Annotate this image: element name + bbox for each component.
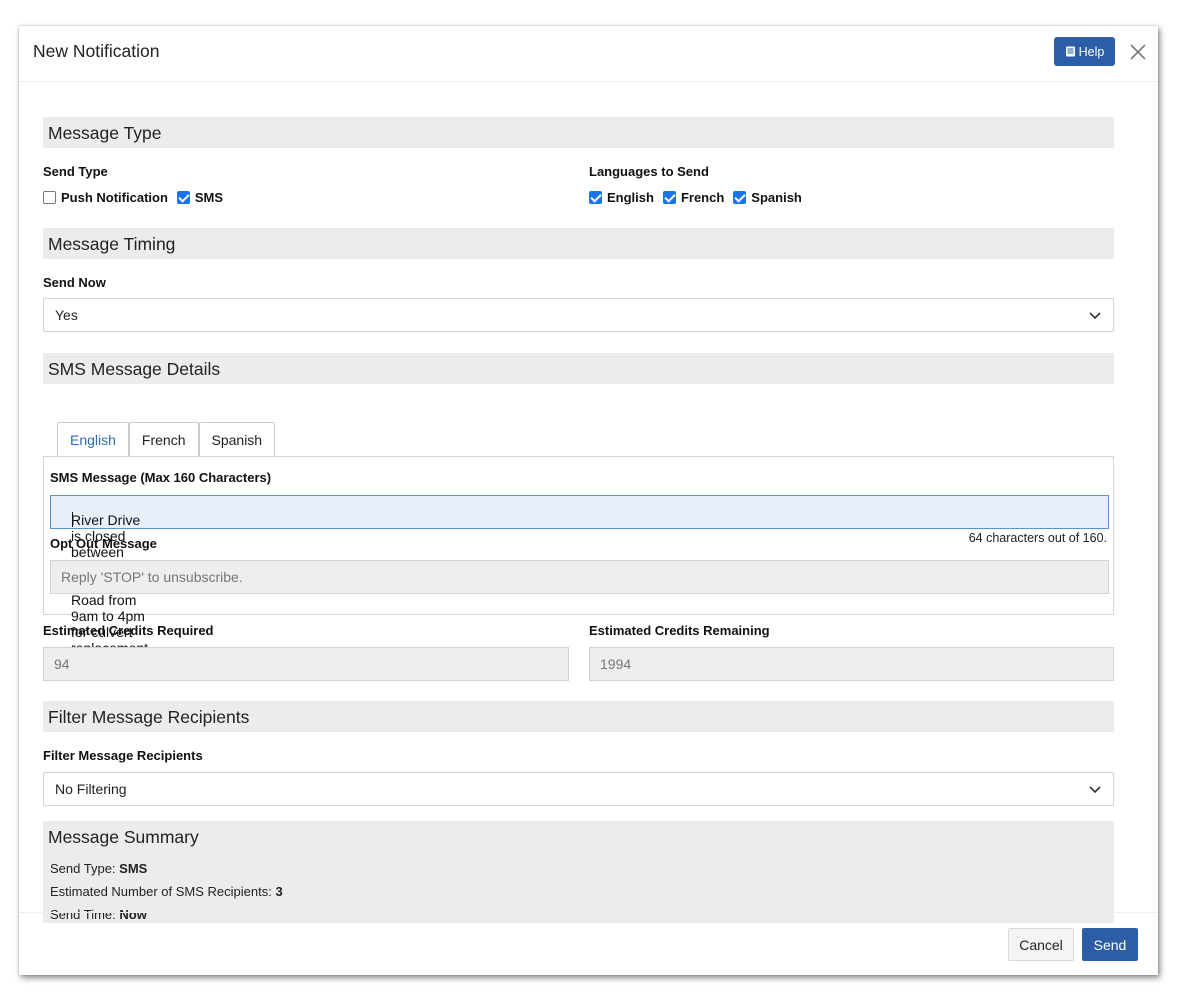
summary-value: SMS	[119, 861, 148, 876]
cancel-button[interactable]: Cancel	[1008, 928, 1074, 961]
summary-send-type: Send Type: SMS	[50, 861, 147, 876]
chevron-down-icon	[1089, 312, 1101, 320]
checkbox-label: French	[680, 190, 725, 205]
send-now-label: Send Now	[43, 275, 106, 290]
summary-heading: Message Summary	[48, 827, 199, 847]
sms-checkbox[interactable]: SMS	[176, 190, 224, 205]
section-filter-recipients: Filter Message Recipients	[43, 701, 1114, 732]
checkbox-label: Spanish	[751, 190, 802, 205]
push-notification-checkbox[interactable]: Push Notification	[43, 190, 168, 205]
section-heading: Message Type	[48, 123, 162, 143]
summary-key: Estimated Number of SMS Recipients:	[50, 884, 272, 899]
credits-remaining-value: 1994	[600, 656, 632, 672]
sms-message-label: SMS Message (Max 160 Characters)	[50, 470, 272, 485]
checkbox-box[interactable]	[176, 191, 190, 204]
section-heading: Message Timing	[48, 234, 176, 254]
filter-label: Filter Message Recipients	[43, 748, 203, 763]
section-heading: Filter Message Recipients	[48, 707, 250, 727]
french-checkbox[interactable]: French	[662, 190, 725, 205]
filter-select[interactable]: No Filtering	[43, 772, 1114, 806]
opt-out-label: Opt Out Message	[50, 536, 157, 551]
character-counter: 64 characters out of 160.	[968, 531, 1107, 545]
modal-title: New Notification	[33, 41, 160, 61]
checkbox-label: English	[607, 190, 654, 205]
credits-remaining-field: 1994	[589, 647, 1114, 681]
checkbox-box[interactable]	[733, 191, 747, 204]
select-value: Yes	[55, 307, 78, 323]
close-icon[interactable]	[1127, 41, 1149, 63]
section-sms-details: SMS Message Details	[43, 353, 1114, 384]
section-heading: SMS Message Details	[48, 359, 221, 379]
summary-key: Send Type:	[50, 861, 116, 876]
summary-recipients: Estimated Number of SMS Recipients: 3	[50, 884, 283, 899]
modal-header: New Notification Help	[19, 26, 1158, 82]
help-button[interactable]: Help	[1054, 37, 1115, 66]
select-value: No Filtering	[55, 781, 127, 797]
chevron-down-icon	[1089, 786, 1101, 794]
book-icon	[1065, 46, 1075, 57]
summary-value: 3	[275, 884, 283, 899]
sms-message-input[interactable]: River Drive is closed between Smith Road…	[50, 495, 1109, 656]
checkbox-box[interactable]	[43, 191, 56, 204]
new-notification-modal: New Notification Help Message Type Send …	[19, 26, 1158, 975]
checkbox-label: SMS	[194, 190, 224, 205]
modal-footer: Cancel Send	[19, 912, 1158, 976]
tab-spanish[interactable]: Spanish	[198, 422, 276, 456]
send-type-label: Send Type	[43, 164, 108, 179]
help-label: Help	[1078, 44, 1105, 59]
credits-remaining-label: Estimated Credits Remaining	[589, 623, 770, 638]
send-type-group: Push Notification SMS	[43, 190, 232, 205]
send-now-select[interactable]: Yes	[43, 298, 1114, 332]
checkbox-label: Push Notification	[61, 190, 168, 205]
text-caret	[72, 512, 73, 527]
send-button[interactable]: Send	[1082, 928, 1138, 961]
sms-tab-panel: SMS Message (Max 160 Characters) River D…	[43, 456, 1114, 656]
credits-required-label: Estimated Credits Required	[43, 623, 214, 638]
languages-group: English French Spanish	[589, 190, 811, 205]
section-message-timing: Message Timing	[43, 228, 1114, 259]
tab-french[interactable]: French	[128, 422, 199, 456]
opt-out-value: Reply 'STOP' to unsubscribe.	[61, 569, 243, 585]
credits-required-value: 94	[54, 656, 70, 672]
message-summary: Message Summary Send Type: SMS Estimated…	[43, 821, 1114, 923]
opt-out-field: Reply 'STOP' to unsubscribe.	[50, 560, 1109, 594]
credits-required-field: 94	[43, 647, 569, 681]
english-checkbox[interactable]: English	[589, 190, 654, 205]
checkbox-box[interactable]	[662, 191, 676, 204]
language-tabs: English French Spanish	[57, 422, 276, 457]
checkbox-box[interactable]	[589, 191, 602, 204]
spanish-checkbox[interactable]: Spanish	[733, 190, 802, 205]
languages-label: Languages to Send	[589, 164, 709, 179]
section-message-type: Message Type	[43, 117, 1114, 148]
tab-english[interactable]: English	[57, 422, 129, 456]
